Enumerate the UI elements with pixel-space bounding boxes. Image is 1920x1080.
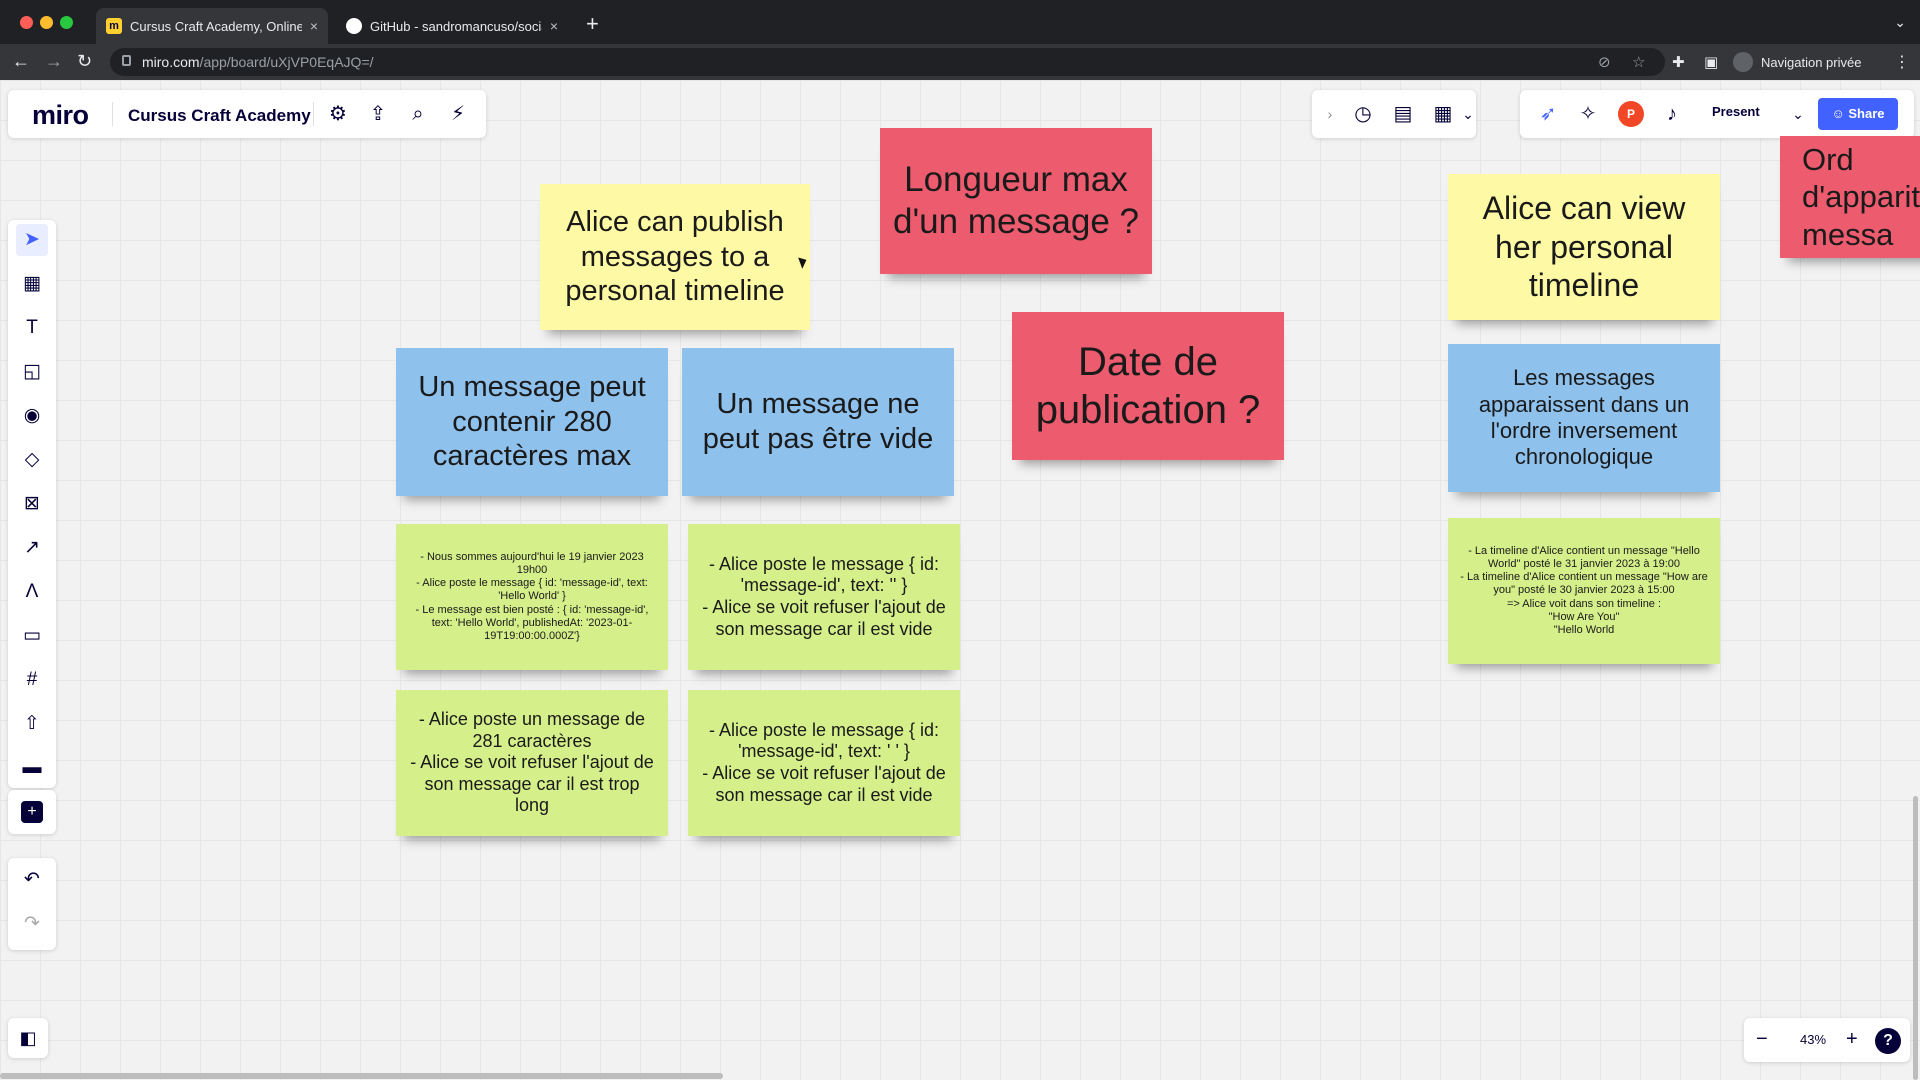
divider — [313, 102, 314, 126]
comment-icon[interactable]: ▭ — [16, 620, 48, 652]
url-field[interactable]: miro.com/app/board/uXjVP0EqAJQ=/ ⊘ ☆ — [110, 48, 1665, 76]
side-panel-icon[interactable]: ▣ — [1704, 53, 1718, 71]
reload-icon[interactable]: ↻ — [77, 51, 92, 71]
tab-close-icon[interactable]: × — [550, 18, 558, 34]
url-text: miro.com/app/board/uXjVP0EqAJQ=/ — [142, 54, 374, 70]
miro-board-canvas[interactable]: miro Cursus Craft Academy ⚙ ⇪ ⌕ ⚡ › ◷ ▤ … — [0, 80, 1920, 1080]
sticky-note[interactable]: - Nous sommes aujourd'hui le 19 janvier … — [396, 524, 668, 670]
cursor-reactions-icon[interactable]: ➶ — [1534, 100, 1562, 128]
divider — [112, 102, 113, 126]
present-button[interactable]: Present — [1702, 98, 1770, 126]
collapse-chevron-icon[interactable]: › — [1316, 100, 1344, 128]
undo-redo-panel: ↶ ↷ — [8, 858, 56, 950]
sticky-note[interactable]: Les messages apparaissent dans un l'ordr… — [1448, 344, 1720, 492]
timer-icon[interactable]: ◷ — [1349, 100, 1377, 128]
templates-icon[interactable]: ▦ — [16, 268, 48, 300]
window-maximize-button[interactable] — [60, 16, 73, 29]
browser-address-bar: ← → ↻ miro.com/app/board/uXjVP0EqAJQ=/ ⊘… — [0, 44, 1920, 80]
github-favicon-icon — [346, 18, 362, 34]
tab-close-icon[interactable]: × — [310, 18, 318, 34]
zoom-out-icon[interactable]: − — [1756, 1028, 1768, 1051]
notes-icon[interactable]: ▦ — [1429, 100, 1457, 128]
share-panel: ➶ ✧ P ♪ Present ⌄ ☺ Share — [1520, 90, 1914, 138]
collaboration-tools-panel: › ◷ ▤ ▦ ⌄ — [1312, 90, 1476, 138]
tab-miro[interactable]: m Cursus Craft Academy, Online × — [96, 8, 328, 44]
sticky-note[interactable]: - La timeline d'Alice contient un messag… — [1448, 518, 1720, 664]
private-label: Navigation privée — [1761, 54, 1862, 70]
window-minimize-button[interactable] — [40, 16, 53, 29]
pen-icon[interactable]: Λ — [16, 576, 48, 608]
more-tools-chevron-icon[interactable]: ⌄ — [1454, 100, 1482, 128]
notifications-bell-icon[interactable]: ♪ — [1658, 100, 1686, 128]
present-options-chevron-icon[interactable]: ⌄ — [1784, 100, 1812, 128]
sticky-note[interactable]: - Alice poste le message { id: 'message-… — [688, 690, 960, 836]
tab-search-icon[interactable]: ⌄ — [1894, 14, 1906, 31]
window-close-button[interactable] — [20, 16, 33, 29]
sticky-note[interactable]: Un message peut contenir 280 caractères … — [396, 348, 668, 496]
board-panel-toggle[interactable]: ◧ — [8, 1018, 48, 1058]
integrations-plug-icon[interactable]: ⚡ — [444, 100, 472, 128]
new-tab-button[interactable]: + — [586, 13, 599, 35]
zoom-level[interactable]: 43% — [1800, 1032, 1826, 1047]
horizontal-scrollbar[interactable] — [0, 1073, 723, 1079]
board-header-panel: miro Cursus Craft Academy ⚙ ⇪ ⌕ ⚡ — [8, 90, 486, 138]
sticky-note[interactable]: Alice can publish messages to a personal… — [540, 184, 810, 330]
back-icon[interactable]: ← — [12, 51, 30, 71]
shapes-icon[interactable]: ◇ — [16, 444, 48, 476]
board-title[interactable]: Cursus Craft Academy — [128, 106, 311, 126]
undo-icon[interactable]: ↶ — [16, 864, 48, 896]
zoom-in-icon[interactable]: + — [1846, 1028, 1858, 1051]
user-avatar[interactable]: P — [1618, 101, 1644, 127]
export-upload-icon[interactable]: ⇪ — [364, 100, 392, 128]
shapes-lines-icon[interactable]: ◉ — [16, 400, 48, 432]
creation-toolbar: ➤ ▦ T ◱ ◉ ◇ ⊠ ↗ Λ ▭ # ⇧ ▬ — [8, 220, 56, 788]
help-icon[interactable]: ? — [1875, 1028, 1901, 1054]
bookmark-star-icon[interactable]: ☆ — [1632, 53, 1645, 71]
sticky-note[interactable]: Un message ne peut pas être vide — [682, 348, 954, 496]
tracking-off-icon[interactable]: ⊘ — [1598, 53, 1611, 71]
upload-icon[interactable]: ⇧ — [16, 708, 48, 740]
add-plus-icon[interactable]: + — [21, 801, 43, 823]
browser-menu-icon[interactable]: ⋮ — [1894, 52, 1910, 72]
connection-line-icon[interactable]: ↗ — [16, 532, 48, 564]
tab-title: Cursus Craft Academy, Online — [130, 18, 302, 34]
browser-tab-bar: m Cursus Craft Academy, Online × GitHub … — [0, 0, 1920, 44]
extensions-icon[interactable]: ✚ — [1672, 53, 1685, 71]
sticky-note[interactable]: Longueur max d'un message ? — [880, 128, 1152, 274]
miro-logo[interactable]: miro — [32, 100, 89, 131]
more-apps-icon[interactable]: ▬ — [16, 752, 48, 784]
miro-favicon-icon: m — [106, 18, 122, 34]
settings-gear-icon[interactable]: ⚙ — [324, 100, 352, 128]
select-cursor-icon[interactable]: ➤ — [16, 224, 48, 256]
vertical-scrollbar[interactable] — [1913, 796, 1918, 1080]
forward-icon[interactable]: → — [45, 51, 63, 71]
frame-cross-icon[interactable]: ⊠ — [16, 488, 48, 520]
tab-github[interactable]: GitHub - sandromancuso/socia × — [336, 8, 568, 44]
private-browsing-badge[interactable]: Navigation privée — [1733, 48, 1861, 76]
celebrate-icon[interactable]: ✧ — [1574, 100, 1602, 128]
tab-title: GitHub - sandromancuso/socia — [370, 18, 542, 34]
template-add-icon[interactable]: ▤ — [1389, 100, 1417, 128]
redo-icon[interactable]: ↷ — [16, 908, 48, 940]
sticky-note[interactable]: Date de publication ? — [1012, 312, 1284, 460]
search-icon[interactable]: ⌕ — [404, 100, 432, 128]
incognito-icon — [1733, 52, 1753, 72]
share-button[interactable]: ☺ Share — [1818, 98, 1898, 130]
sticky-note[interactable]: - Alice poste un message de 281 caractèr… — [396, 690, 668, 836]
sticky-note[interactable]: Ord d'apparit messa — [1780, 136, 1920, 258]
sticky-note[interactable]: Alice can view her personal timeline — [1448, 174, 1720, 320]
sticky-note[interactable]: - Alice poste le message { id: 'message-… — [688, 524, 960, 670]
text-icon[interactable]: T — [16, 312, 48, 344]
add-apps-panel: + — [8, 790, 56, 834]
frame-icon[interactable]: # — [16, 664, 48, 696]
lock-icon — [122, 55, 131, 66]
sidebar-panel-icon[interactable]: ◧ — [14, 1024, 42, 1052]
sticky-note-icon[interactable]: ◱ — [16, 356, 48, 388]
